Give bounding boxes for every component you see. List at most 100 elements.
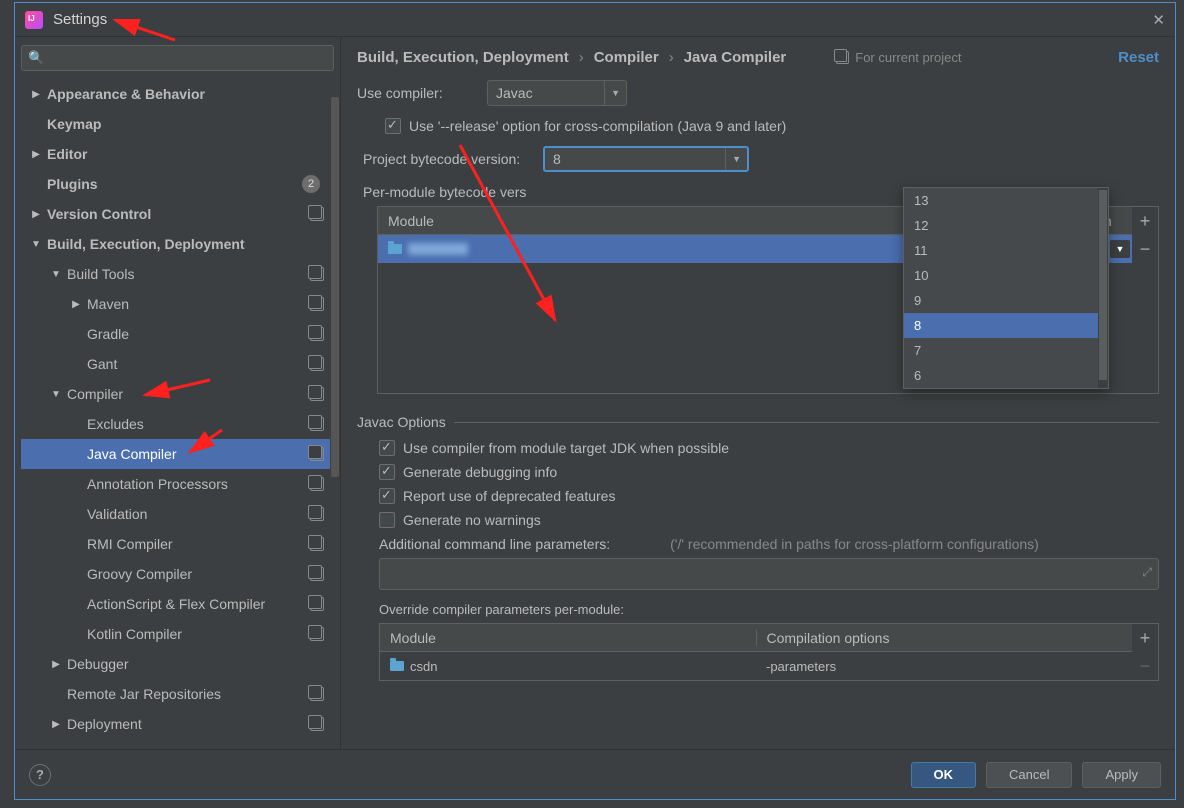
project-scope-icon (310, 297, 324, 311)
tree-item-remote-jar-repositories[interactable]: Remote Jar Repositories (21, 679, 334, 709)
tree-item-groovy-compiler[interactable]: Groovy Compiler (21, 559, 334, 589)
tree-item-gant[interactable]: Gant (21, 349, 334, 379)
tree-item-java-compiler[interactable]: Java Compiler (21, 439, 334, 469)
app-logo-icon (25, 11, 43, 29)
ok-button[interactable]: OK (911, 762, 977, 788)
cancel-button[interactable]: Cancel (986, 762, 1072, 788)
tree-item-keymap[interactable]: Keymap (21, 109, 334, 139)
project-scope-icon (310, 417, 324, 431)
tree-item-actionscript-flex-compiler[interactable]: ActionScript & Flex Compiler (21, 589, 334, 619)
javac-legend: Javac Options (357, 414, 454, 430)
override-label: Override compiler parameters per-module: (379, 602, 1159, 617)
project-scope-icon (310, 687, 324, 701)
close-icon[interactable]: ✕ (1152, 11, 1165, 29)
help-button[interactable]: ? (29, 764, 51, 786)
search-icon: 🔍 (28, 50, 44, 66)
project-scope-icon (310, 597, 324, 611)
search-input-wrapper: 🔍 (21, 45, 334, 71)
chevron-down-icon: ▼ (1110, 240, 1130, 258)
add-override-button[interactable]: + (1132, 624, 1158, 652)
tree-item-maven[interactable]: ▶Maven (21, 289, 334, 319)
apply-button[interactable]: Apply (1082, 762, 1161, 788)
project-scope-icon (310, 387, 324, 401)
reset-link[interactable]: Reset (1118, 49, 1159, 66)
debug-info-checkbox[interactable] (379, 464, 395, 480)
breadcrumb-p2: Compiler (594, 49, 659, 66)
breadcrumb-p3: Java Compiler (684, 49, 787, 66)
project-scope-icon (310, 357, 324, 371)
tree-item-editor[interactable]: ▶Editor (21, 139, 334, 169)
no-warnings-checkbox[interactable] (379, 512, 395, 528)
use-module-jdk-checkbox[interactable] (379, 440, 395, 456)
bytecode-option-7[interactable]: 7 (904, 338, 1108, 363)
params-input[interactable]: ⤢ (379, 558, 1159, 590)
content-pane: Build, Execution, Deployment › Compiler … (341, 37, 1175, 749)
expand-arrow-icon: ▼ (49, 269, 63, 280)
use-compiler-select[interactable]: Javac ▼ (487, 80, 627, 106)
expand-arrow-icon: ▶ (29, 149, 43, 160)
expand-icon[interactable]: ⤢ (1142, 565, 1152, 580)
expand-arrow-icon: ▶ (29, 89, 43, 100)
tree-item-rmi-compiler[interactable]: RMI Compiler (21, 529, 334, 559)
folder-icon (388, 244, 402, 254)
override-row[interactable]: csdn -parameters (380, 652, 1132, 680)
update-badge: 2 (302, 175, 320, 193)
project-scope-icon (310, 717, 324, 731)
bytecode-dropdown[interactable]: 131211109876 (903, 187, 1109, 389)
tree-item-gradle[interactable]: Gradle (21, 319, 334, 349)
folder-icon (390, 661, 404, 671)
chevron-down-icon: ▼ (725, 148, 741, 170)
sidebar-scrollbar[interactable] (330, 77, 340, 749)
tree-item-version-control[interactable]: ▶Version Control (21, 199, 334, 229)
tree-item-excludes[interactable]: Excludes (21, 409, 334, 439)
dialog-footer: ? OK Cancel Apply (15, 749, 1175, 799)
expand-arrow-icon: ▼ (29, 239, 43, 250)
tree-item-plugins[interactable]: Plugins2 (21, 169, 334, 199)
settings-tree[interactable]: ▶Appearance & BehaviorKeymap▶EditorPlugi… (21, 79, 334, 749)
breadcrumb-p1: Build, Execution, Deployment (357, 49, 569, 66)
bytecode-option-11[interactable]: 11 (904, 238, 1108, 263)
tree-item-deployment[interactable]: ▶Deployment (21, 709, 334, 739)
bytecode-option-10[interactable]: 10 (904, 263, 1108, 288)
tree-item-build-execution-deployment[interactable]: ▼Build, Execution, Deployment (21, 229, 334, 259)
add-module-button[interactable]: + (1132, 207, 1158, 235)
window-title: Settings (53, 11, 107, 28)
settings-dialog: Settings ✕ 🔍 ▶Appearance & BehaviorKeyma… (14, 2, 1176, 800)
project-scope-icon (310, 567, 324, 581)
remove-module-button[interactable]: − (1132, 235, 1158, 263)
tree-item-validation[interactable]: Validation (21, 499, 334, 529)
params-label: Additional command line parameters: (379, 536, 610, 552)
use-compiler-label: Use compiler: (357, 85, 487, 101)
dropdown-scrollbar[interactable] (1098, 188, 1108, 388)
chevron-right-icon: › (579, 49, 584, 66)
bytecode-option-9[interactable]: 9 (904, 288, 1108, 313)
chevron-right-icon: › (669, 49, 674, 66)
chevron-down-icon: ▼ (604, 81, 620, 105)
project-scope-icon (310, 327, 324, 341)
module-name-blurred (408, 243, 468, 255)
bytecode-option-13[interactable]: 13 (904, 188, 1108, 213)
release-option-label: Use '--release' option for cross-compila… (409, 118, 786, 134)
tree-item-build-tools[interactable]: ▼Build Tools (21, 259, 334, 289)
override-table: Module Compilation options csdn -paramet… (379, 623, 1159, 681)
breadcrumb: Build, Execution, Deployment › Compiler … (357, 49, 1159, 66)
tree-item-appearance-behavior[interactable]: ▶Appearance & Behavior (21, 79, 334, 109)
project-scope-icon (310, 207, 324, 221)
bytecode-version-label: Project bytecode version: (363, 151, 543, 167)
tree-item-compiler[interactable]: ▼Compiler (21, 379, 334, 409)
expand-arrow-icon: ▶ (49, 659, 63, 670)
bytecode-option-6[interactable]: 6 (904, 363, 1108, 388)
remove-override-button[interactable]: − (1132, 652, 1158, 680)
project-scope-icon (310, 537, 324, 551)
search-input[interactable] (21, 45, 334, 71)
bytecode-version-select[interactable]: 8 ▼ (543, 146, 749, 172)
tree-item-kotlin-compiler[interactable]: Kotlin Compiler (21, 619, 334, 649)
bytecode-option-12[interactable]: 12 (904, 213, 1108, 238)
bytecode-option-8[interactable]: 8 (904, 313, 1108, 338)
col-module: Module (378, 213, 952, 229)
deprecated-checkbox[interactable] (379, 488, 395, 504)
tree-item-debugger[interactable]: ▶Debugger (21, 649, 334, 679)
project-scope-icon (310, 477, 324, 491)
release-option-checkbox[interactable] (385, 118, 401, 134)
tree-item-annotation-processors[interactable]: Annotation Processors (21, 469, 334, 499)
